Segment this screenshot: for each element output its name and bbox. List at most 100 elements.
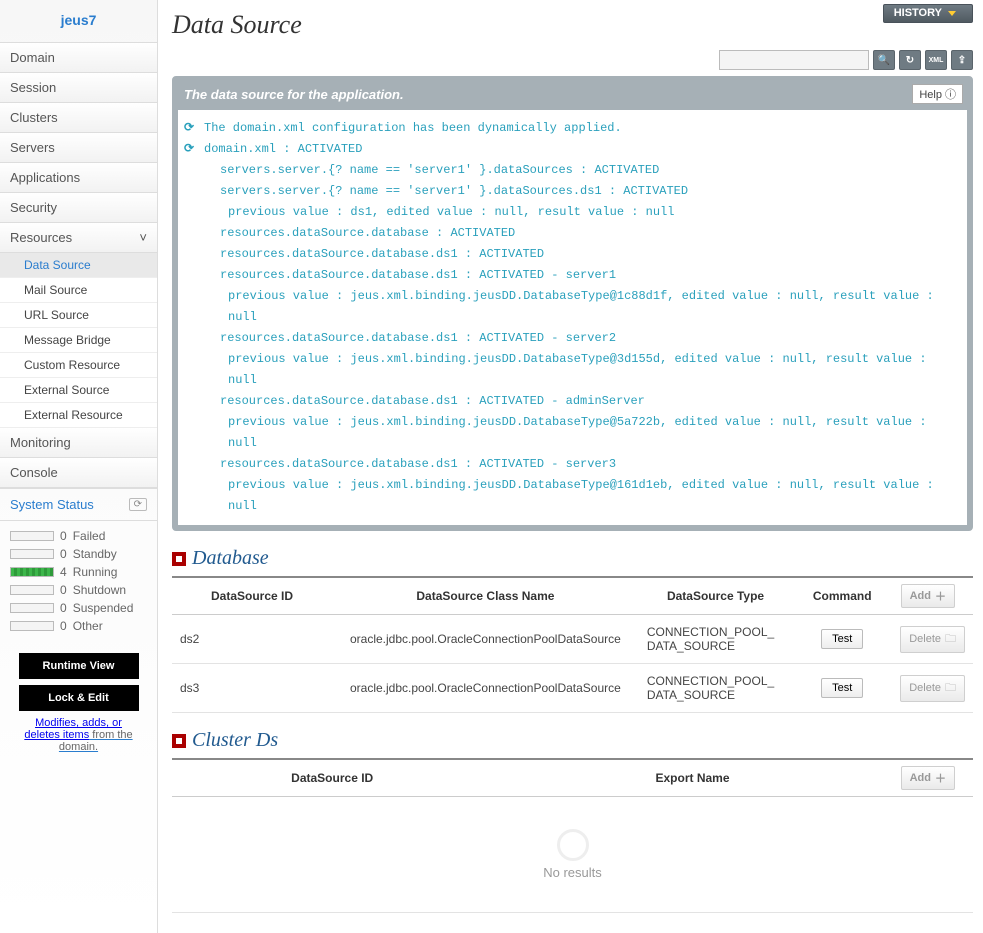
log-line: previous value : ds1, edited value : nul… xyxy=(184,202,961,223)
system-status-body: 0 Failed 0 Standby 4 Running 0 Shutdown … xyxy=(0,521,157,645)
delete-button[interactable]: Delete 🗀 xyxy=(900,626,965,653)
status-count: 0 xyxy=(60,601,67,615)
sidebar-subitem-data-source[interactable]: Data Source xyxy=(0,253,157,278)
log-text: previous value : jeus.xml.binding.jeusDD… xyxy=(204,412,961,454)
add-cluster-ds-button[interactable]: Add ＋ xyxy=(901,766,955,790)
runtime-view-button[interactable]: Runtime View xyxy=(19,653,139,679)
status-row-failed: 0 Failed xyxy=(10,527,147,545)
status-row-suspended: 0 Suspended xyxy=(10,599,147,617)
cluster-ds-section-title: Cluster Ds xyxy=(192,729,278,752)
log-line: resources.dataSource.database.ds1 : ACTI… xyxy=(184,244,961,265)
page-title: Data Source xyxy=(172,10,302,40)
log-line: resources.dataSource.database : ACTIVATE… xyxy=(184,223,961,244)
log-line: previous value : jeus.xml.binding.jeusDD… xyxy=(184,349,961,391)
xml-export-icon[interactable]: XML xyxy=(925,50,947,70)
status-bar-icon xyxy=(10,567,54,577)
log-text: domain.xml : ACTIVATED xyxy=(204,139,961,160)
sidebar-subitem-url-source[interactable]: URL Source xyxy=(0,303,157,328)
sidebar-subitem-external-resource[interactable]: External Resource xyxy=(0,403,157,428)
refresh-icon: ⟳ xyxy=(184,118,198,139)
sidebar-item-domain[interactable]: Domain xyxy=(0,43,157,73)
history-button[interactable]: HISTORY xyxy=(883,4,973,23)
status-bar-icon xyxy=(10,531,54,541)
lock-edit-button[interactable]: Lock & Edit xyxy=(19,685,139,711)
reload-icon[interactable]: ↻ xyxy=(899,50,921,70)
status-label: Failed xyxy=(73,529,106,543)
log-line: ⟳ The domain.xml configuration has been d… xyxy=(184,118,961,139)
search-icon[interactable]: 🔍 xyxy=(873,50,895,70)
delete-button[interactable]: Delete 🗀 xyxy=(900,675,965,702)
table-row: ds2 oracle.jdbc.pool.OracleConnectionPoo… xyxy=(172,615,973,664)
sidebar-subitem-message-bridge[interactable]: Message Bridge xyxy=(0,328,157,353)
log-line: resources.dataSource.database.ds1 : ACTI… xyxy=(184,454,961,475)
log-text: servers.server.{? name == 'server1' }.da… xyxy=(204,181,961,202)
cell-dsid: ds3 xyxy=(172,664,332,713)
log-line: previous value : jeus.xml.binding.jeusDD… xyxy=(184,475,961,517)
sidebar-item-console[interactable]: Console xyxy=(0,458,157,488)
status-count: 0 xyxy=(60,529,67,543)
test-button[interactable]: Test xyxy=(821,629,863,649)
sidebar-item-servers[interactable]: Servers xyxy=(0,133,157,163)
trash-icon: 🗀 xyxy=(945,630,956,649)
sidebar-subitem-custom-resource[interactable]: Custom Resource xyxy=(0,353,157,378)
resources-submenu: Data Source Mail Source URL Source Messa… xyxy=(0,253,157,428)
sidebar-actions: Runtime View Lock & Edit Modifies, adds,… xyxy=(0,645,157,761)
trash-icon: 🗀 xyxy=(945,679,956,698)
log-line: servers.server.{? name == 'server1' }.da… xyxy=(184,181,961,202)
message-panel-body: ⟳ The domain.xml configuration has been d… xyxy=(178,110,967,525)
col-cluster-dsid: DataSource ID xyxy=(172,759,492,797)
help-button[interactable]: Help ⓘ xyxy=(912,84,963,104)
sidebar-item-resources[interactable]: Resources ˅ xyxy=(0,223,157,253)
sidebar-helper-text: Modifies, adds, or deletes items from th… xyxy=(8,717,149,753)
log-text: resources.dataSource.database.ds1 : ACTI… xyxy=(204,454,961,475)
chevron-down-icon xyxy=(948,11,956,16)
sidebar-subitem-external-source[interactable]: External Source xyxy=(0,378,157,403)
log-text: previous value : jeus.xml.binding.jeusDD… xyxy=(204,286,961,328)
status-label: Running xyxy=(73,565,118,579)
status-row-running: 4 Running xyxy=(10,563,147,581)
status-bar-icon xyxy=(10,549,54,559)
log-text: resources.dataSource.database.ds1 : ACTI… xyxy=(204,244,961,265)
sidebar-item-security[interactable]: Security xyxy=(0,193,157,223)
system-status-title: System Status xyxy=(10,497,94,512)
status-bar-icon xyxy=(10,585,54,595)
status-count: 0 xyxy=(60,547,67,561)
sidebar-subitem-mail-source[interactable]: Mail Source xyxy=(0,278,157,303)
section-icon xyxy=(172,734,186,748)
no-results-label: No results xyxy=(180,807,965,902)
database-table: DataSource ID DataSource Class Name Data… xyxy=(172,576,973,713)
status-count: 4 xyxy=(60,565,67,579)
col-command: Command xyxy=(792,577,892,615)
search-input[interactable] xyxy=(719,50,869,70)
cell-classname: oracle.jdbc.pool.OracleConnectionPoolDat… xyxy=(332,664,639,713)
log-line: previous value : jeus.xml.binding.jeusDD… xyxy=(184,286,961,328)
log-text: previous value : jeus.xml.binding.jeusDD… xyxy=(204,475,961,517)
add-database-button[interactable]: Add ＋ xyxy=(901,584,955,608)
sidebar-item-monitoring[interactable]: Monitoring xyxy=(0,428,157,458)
log-text: resources.dataSource.database.ds1 : ACTI… xyxy=(204,391,961,412)
cell-dstype: CONNECTION_POOL_DATA_SOURCE xyxy=(639,664,792,713)
refresh-icon[interactable]: ⟳ xyxy=(129,498,147,511)
sidebar-item-applications[interactable]: Applications xyxy=(0,163,157,193)
system-status-header: System Status ⟳ xyxy=(0,488,157,521)
status-row-other: 0 Other xyxy=(10,617,147,635)
sidebar-item-session[interactable]: Session xyxy=(0,73,157,103)
status-bar-icon xyxy=(10,621,54,631)
cell-dstype: CONNECTION_POOL_DATA_SOURCE xyxy=(639,615,792,664)
status-label: Suspended xyxy=(73,601,134,615)
log-text: resources.dataSource.database : ACTIVATE… xyxy=(204,223,961,244)
test-button[interactable]: Test xyxy=(821,678,863,698)
log-line: servers.server.{? name == 'server1' }.da… xyxy=(184,160,961,181)
main-content: Data Source HISTORY 🔍 ↻ XML ⇪ The data s… xyxy=(158,0,983,933)
sidebar-item-clusters[interactable]: Clusters xyxy=(0,103,157,133)
col-class-name: DataSource Class Name xyxy=(332,577,639,615)
cell-classname: oracle.jdbc.pool.OracleConnectionPoolDat… xyxy=(332,615,639,664)
help-icon: ⓘ xyxy=(945,89,956,101)
log-line: resources.dataSource.database.ds1 : ACTI… xyxy=(184,265,961,286)
export-icon[interactable]: ⇪ xyxy=(951,50,973,70)
database-section-title: Database xyxy=(192,547,269,570)
status-label: Other xyxy=(73,619,103,633)
log-text: The domain.xml configuration has been dy… xyxy=(204,118,961,139)
status-label: Standby xyxy=(73,547,117,561)
status-row-shutdown: 0 Shutdown xyxy=(10,581,147,599)
